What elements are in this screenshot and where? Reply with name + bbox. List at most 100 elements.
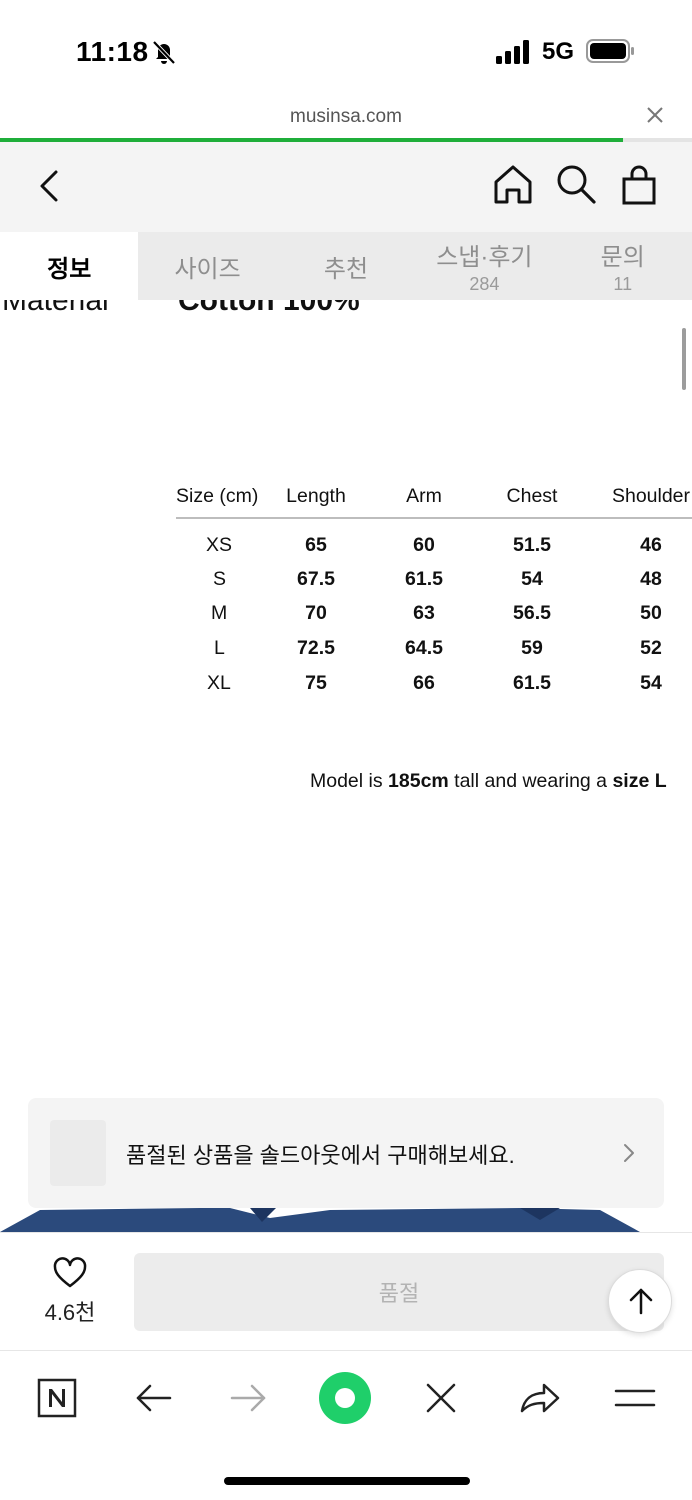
share-button[interactable] xyxy=(512,1371,566,1425)
site-header xyxy=(0,142,692,232)
length-cell: 70 xyxy=(305,602,327,625)
browser-forward-button[interactable] xyxy=(222,1371,276,1425)
hamburger-menu-icon xyxy=(614,1389,656,1407)
model-note-prefix: Model is xyxy=(310,770,389,792)
url-text[interactable]: musinsa.com xyxy=(0,106,692,128)
model-note-size: size L xyxy=(612,770,667,792)
size-cell: XS xyxy=(206,534,233,556)
arm-cell: 61.5 xyxy=(405,567,443,590)
header-arm: Arm xyxy=(370,476,478,519)
model-note-middle: tall and wearing a xyxy=(448,770,613,792)
purchase-bar: 4.6천 품절 xyxy=(0,1232,692,1350)
material-row: Material Cotton 100% xyxy=(0,300,692,317)
home-icon[interactable] xyxy=(490,162,536,208)
shoulder-cell: 48 xyxy=(640,567,662,590)
table-row: S 67.5 61.5 54 48 xyxy=(176,562,692,597)
heart-icon xyxy=(53,1257,87,1288)
chest-cell: 61.5 xyxy=(513,671,551,694)
status-time: 11:18 xyxy=(76,36,149,67)
size-cell: S xyxy=(213,567,227,590)
home-indicator xyxy=(224,1477,470,1485)
green-dot-icon xyxy=(319,1372,371,1424)
close-icon xyxy=(426,1383,456,1413)
arm-cell: 64.5 xyxy=(405,636,443,659)
size-cell: XL xyxy=(207,671,231,694)
browser-toolbar xyxy=(0,1350,692,1500)
header-size: Size (cm) xyxy=(176,476,262,519)
naver-button[interactable] xyxy=(30,1371,84,1425)
size-table: Size (cm) Length Arm Chest Shoulder XS 6… xyxy=(176,476,692,700)
length-cell: 65 xyxy=(305,534,327,556)
arm-cell: 66 xyxy=(413,671,435,694)
tab-recommend-label: 추천 xyxy=(323,255,369,283)
header-chest: Chest xyxy=(478,476,586,519)
tab-snap-review-count: 284 xyxy=(469,274,500,294)
tab-inquiry-label: 문의 xyxy=(600,244,645,271)
battery-icon xyxy=(586,39,634,63)
material-value: Cotton 100% xyxy=(178,300,360,317)
product-detail-content[interactable]: Material Cotton 100% Size (cm) Length Ar… xyxy=(0,300,692,1232)
share-arrow-icon xyxy=(520,1383,560,1413)
length-cell: 67.5 xyxy=(297,567,335,590)
tab-recommend[interactable]: 추천 xyxy=(277,232,415,300)
table-row: L 72.5 64.5 59 52 xyxy=(176,631,692,666)
size-cell: L xyxy=(214,636,225,659)
size-table-header: Size (cm) Length Arm Chest Shoulder xyxy=(176,476,692,519)
naver-n-icon xyxy=(37,1378,77,1418)
browser-back-button[interactable] xyxy=(126,1371,180,1425)
shoulder-cell: 52 xyxy=(640,636,662,659)
green-dot-button[interactable] xyxy=(318,1371,372,1425)
scrollbar-thumb[interactable] xyxy=(682,328,686,390)
arrow-right-icon xyxy=(230,1384,266,1412)
signal-icon xyxy=(496,40,529,64)
browser-close-button[interactable] xyxy=(414,1371,468,1425)
header-length: Length xyxy=(262,476,370,519)
length-cell: 75 xyxy=(305,671,327,694)
material-label: Material xyxy=(2,300,109,317)
chest-cell: 54 xyxy=(521,567,543,590)
tab-snap-review[interactable]: 스냅·후기 284 xyxy=(415,232,553,300)
chest-cell: 56.5 xyxy=(513,602,551,625)
like-count: 4.6천 xyxy=(44,1300,96,1325)
tab-size-label: 사이즈 xyxy=(174,255,241,283)
status-bar: 11:18 5G xyxy=(0,0,692,100)
bell-slash-icon xyxy=(152,40,176,65)
soldout-banner[interactable]: 품절된 상품을 솔드아웃에서 구매해보세요. xyxy=(28,1098,664,1208)
url-bar[interactable]: musinsa.com xyxy=(0,100,692,140)
shopping-bag-icon[interactable] xyxy=(616,162,662,208)
arm-cell: 63 xyxy=(413,602,435,625)
shoulder-cell: 54 xyxy=(640,671,662,694)
table-row: M 70 63 56.5 50 xyxy=(176,597,692,632)
scroll-to-top-button[interactable] xyxy=(608,1269,672,1333)
back-chevron-icon[interactable] xyxy=(36,168,62,204)
arrow-left-icon xyxy=(136,1384,172,1412)
soldout-button[interactable]: 품절 xyxy=(134,1253,664,1331)
banner-thumbnail xyxy=(50,1120,106,1186)
tab-size[interactable]: 사이즈 xyxy=(138,232,276,300)
product-image-peek xyxy=(0,1208,640,1232)
shoulder-cell: 46 xyxy=(640,534,662,556)
chevron-right-icon xyxy=(624,1144,634,1162)
header-shoulder: Shoulder xyxy=(586,476,692,519)
tab-info-label: 정보 xyxy=(47,255,92,283)
close-icon[interactable] xyxy=(644,104,666,126)
arrow-up-icon xyxy=(629,1288,653,1315)
size-cell: M xyxy=(211,602,228,625)
menu-button[interactable] xyxy=(608,1371,662,1425)
tab-info[interactable]: 정보 xyxy=(0,232,139,300)
model-note: Model is 185cm tall and wearing a size L xyxy=(310,770,667,793)
table-row: XL 75 66 61.5 54 xyxy=(176,666,692,701)
chest-cell: 59 xyxy=(521,636,543,659)
search-icon[interactable] xyxy=(554,162,598,206)
product-tabs: 정보 사이즈 추천 스냅·후기 284 문의 11 xyxy=(0,232,692,300)
chest-cell: 51.5 xyxy=(513,534,551,556)
table-row: XS 65 60 51.5 46 xyxy=(176,518,692,562)
tab-inquiry[interactable]: 문의 11 xyxy=(554,232,692,300)
model-note-height: 185cm xyxy=(388,770,449,792)
network-label: 5G xyxy=(542,38,575,65)
like-button[interactable]: 4.6천 xyxy=(32,1255,108,1331)
length-cell: 72.5 xyxy=(297,636,335,659)
tab-snap-review-label: 스냅·후기 xyxy=(436,244,533,271)
banner-text: 품절된 상품을 솔드아웃에서 구매해보세요. xyxy=(126,1143,515,1168)
arm-cell: 60 xyxy=(413,534,435,556)
